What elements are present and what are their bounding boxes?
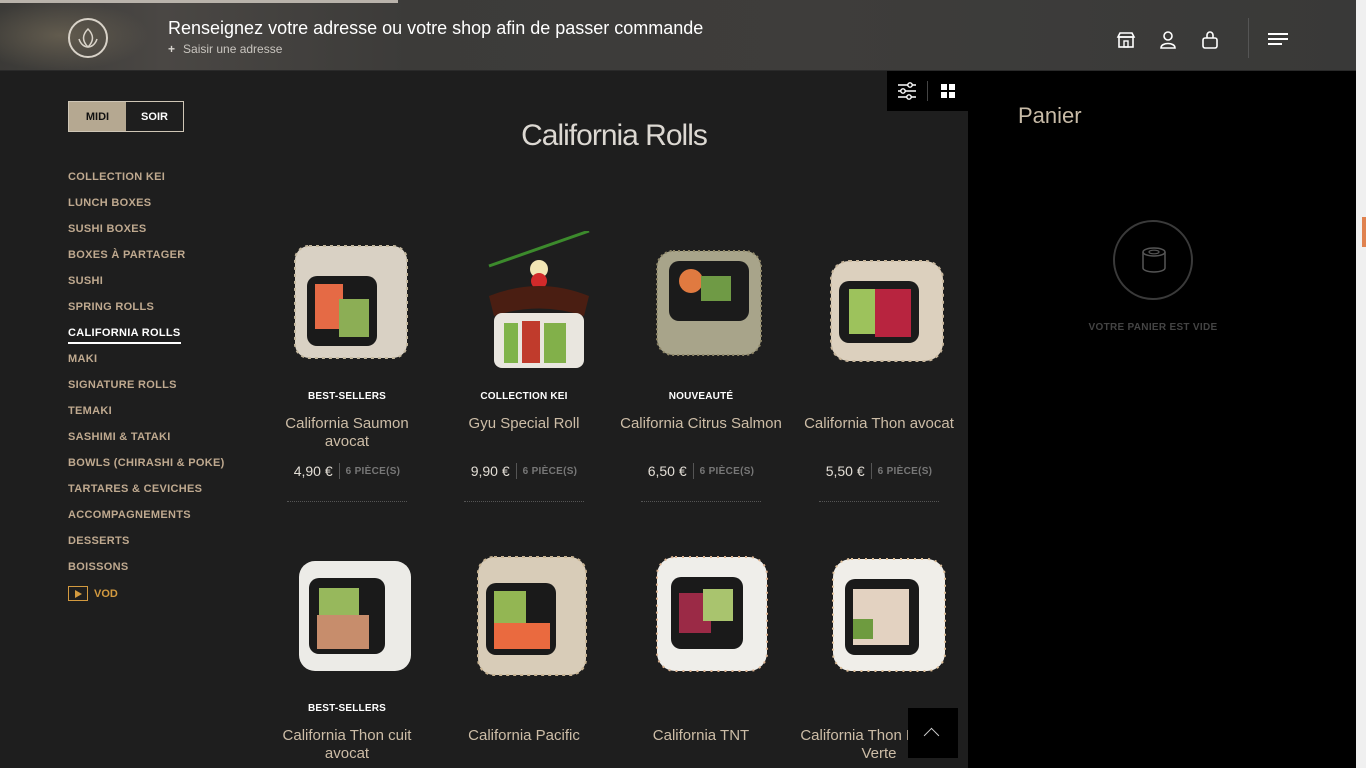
product-image [454, 229, 594, 371]
product-name: California Pacific [468, 727, 580, 744]
category-temaki[interactable]: TEMAKI [68, 404, 225, 430]
scroll-to-top-button[interactable] [908, 708, 958, 758]
product-divider [641, 501, 761, 502]
product-badge: COLLECTION KEI [480, 391, 568, 402]
category-desserts[interactable]: DESSERTS [68, 534, 225, 560]
product-divider [464, 501, 584, 502]
filter-icon[interactable] [897, 82, 917, 100]
category-nav: COLLECTION KEI LUNCH BOXES SUSHI BOXES B… [68, 170, 225, 601]
cart-title: Panier [1018, 103, 1082, 128]
category-california-rolls[interactable]: CALIFORNIA ROLLS [68, 326, 225, 352]
user-icon[interactable] [1158, 30, 1178, 50]
empty-cart-icon [1113, 220, 1193, 300]
category-boissons[interactable]: BOISSONS [68, 560, 225, 586]
product-image [631, 231, 771, 371]
product-pieces: 6 PIÈCE(S) [877, 465, 933, 477]
product-divider [287, 501, 407, 502]
product-pieces: 6 PIÈCE(S) [699, 465, 755, 477]
product-image [809, 231, 949, 371]
vod-label: VOD [94, 587, 118, 600]
category-collection-kei[interactable]: COLLECTION KEI [68, 170, 225, 196]
category-sushi[interactable]: SUSHI [68, 274, 225, 300]
category-maki[interactable]: MAKI [68, 352, 225, 378]
scrollbar-thumb[interactable] [1362, 217, 1366, 247]
product-image [277, 231, 417, 371]
product-badge: NOUVEAUTÉ [668, 391, 734, 402]
lotus-logo-icon [78, 27, 98, 49]
product-divider [819, 501, 939, 502]
product-badge [439, 703, 609, 717]
product-price: 6,50 € [648, 463, 694, 479]
bag-icon[interactable] [1200, 30, 1220, 50]
category-california-rolls-label: CALIFORNIA ROLLS [68, 327, 181, 344]
category-accompagnements[interactable]: ACCOMPAGNEMENTS [68, 508, 225, 534]
category-spring-rolls[interactable]: SPRING ROLLS [68, 300, 225, 326]
product-price: 9,90 € [471, 463, 517, 479]
category-bowls[interactable]: BOWLS (CHIRASHI & POKE) [68, 456, 225, 482]
product-badge: BEST-SELLERS [308, 391, 386, 402]
product-image [454, 543, 594, 683]
product-name: California Saumon avocat [285, 415, 409, 450]
page-scrollbar[interactable] [1356, 0, 1366, 768]
store-icon[interactable] [1116, 30, 1136, 50]
product-price: 5,50 € [826, 463, 872, 479]
view-tools [887, 71, 968, 111]
cart-empty-message: VOTRE PANIER EST VIDE [1088, 322, 1218, 333]
product-pieces: 6 PIÈCE(S) [522, 465, 578, 477]
enter-address-link[interactable]: + Saisir une adresse [168, 42, 282, 56]
midi-button[interactable]: MIDI [69, 102, 126, 131]
product-name: California Citrus Salmon [620, 415, 782, 432]
play-icon [68, 586, 88, 601]
top-header: Renseignez votre adresse ou votre shop a… [0, 0, 1356, 71]
product-card[interactable]: COLLECTION KEI Gyu Special Roll 9,90 € 6 … [439, 229, 609, 502]
product-card[interactable]: California TNT [616, 543, 786, 765]
menu-section: MIDI SOIR COLLECTION KEI LUNCH BOXES SUS… [0, 71, 968, 768]
soir-button[interactable]: SOIR [126, 102, 183, 131]
category-lunch-boxes[interactable]: LUNCH BOXES [68, 196, 225, 222]
product-name: California TNT [652, 727, 750, 744]
service-toggle: MIDI SOIR [68, 101, 184, 132]
menu-icon[interactable] [1268, 33, 1288, 48]
product-card[interactable]: NOUVEAUTÉ California Citrus Salmon 6,50 … [616, 231, 786, 502]
plus-icon: + [168, 42, 176, 56]
product-card[interactable]: BEST-SELLERS California Thon cuit avocat [262, 543, 432, 765]
product-image [809, 543, 949, 683]
product-card[interactable]: California Pacific [439, 543, 609, 765]
product-pieces: 6 PIÈCE(S) [345, 465, 401, 477]
product-image [631, 543, 771, 683]
product-badge: BEST-SELLERS [308, 703, 386, 714]
section-title: California Rolls [521, 119, 708, 152]
header-title: Renseignez votre adresse ou votre shop a… [168, 18, 704, 38]
product-card[interactable]: California Thon avocat 5,50 € 6 PIÈCE(S) [794, 231, 964, 502]
category-boxes-a-partager[interactable]: BOXES À PARTAGER [68, 248, 225, 274]
cart-panel: Panier VOTRE PANIER EST VIDE [968, 71, 1356, 768]
product-price: 4,90 € [294, 463, 340, 479]
category-signature-rolls[interactable]: SIGNATURE ROLLS [68, 378, 225, 404]
sushi-roll-icon [1142, 247, 1166, 273]
product-badge [616, 703, 786, 717]
enter-address-label: Saisir une adresse [183, 42, 283, 56]
brand-logo[interactable] [68, 18, 108, 58]
product-image [277, 543, 417, 683]
category-sashimi-tataki[interactable]: SASHIMI & TATAKI [68, 430, 225, 456]
category-tartares-ceviches[interactable]: TARTARES & CEVICHES [68, 482, 225, 508]
product-badge [794, 391, 964, 405]
product-name: Gyu Special Roll [468, 415, 580, 432]
grid-view-icon[interactable] [941, 84, 955, 98]
header-separator [1248, 18, 1249, 58]
product-name: California Thon avocat [804, 415, 954, 432]
product-name: California Thon cuit avocat [282, 727, 412, 762]
category-sushi-boxes[interactable]: SUSHI BOXES [68, 222, 225, 248]
vod-link[interactable]: VOD [68, 586, 225, 601]
product-card[interactable]: BEST-SELLERS California Saumon avocat 4,… [262, 231, 432, 502]
